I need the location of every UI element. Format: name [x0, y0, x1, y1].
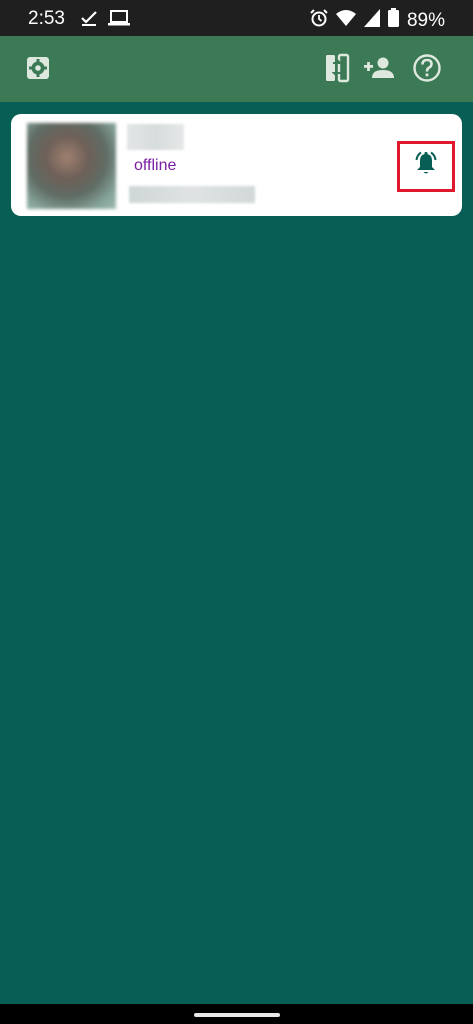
navigation-bar	[0, 1004, 473, 1024]
settings-icon[interactable]	[20, 50, 56, 86]
battery-percent: 89%	[406, 9, 445, 31]
help-icon[interactable]	[409, 50, 445, 86]
contact-card[interactable]: offline	[11, 114, 462, 216]
signal-icon: R	[363, 8, 380, 33]
battery-icon	[387, 8, 399, 33]
status-time: 2:53	[28, 8, 65, 29]
wifi-icon	[335, 9, 356, 32]
add-person-icon[interactable]	[361, 50, 397, 86]
toolbar	[0, 36, 473, 102]
contact-status: offline	[134, 157, 177, 174]
contact-name-redacted	[127, 124, 184, 150]
contact-subtitle-redacted	[129, 186, 255, 203]
notification-button[interactable]	[397, 141, 455, 192]
laptop-icon	[108, 9, 130, 32]
home-handle[interactable]	[194, 1013, 280, 1017]
alarm-icon	[310, 8, 328, 33]
avatar[interactable]	[27, 123, 116, 209]
bell-icon	[413, 151, 439, 182]
switch-phone-icon[interactable]	[319, 50, 355, 86]
svg-text:R: R	[367, 12, 372, 19]
checkmark-download-icon	[80, 9, 98, 32]
status-bar: 2:53 R 89%	[0, 0, 473, 36]
